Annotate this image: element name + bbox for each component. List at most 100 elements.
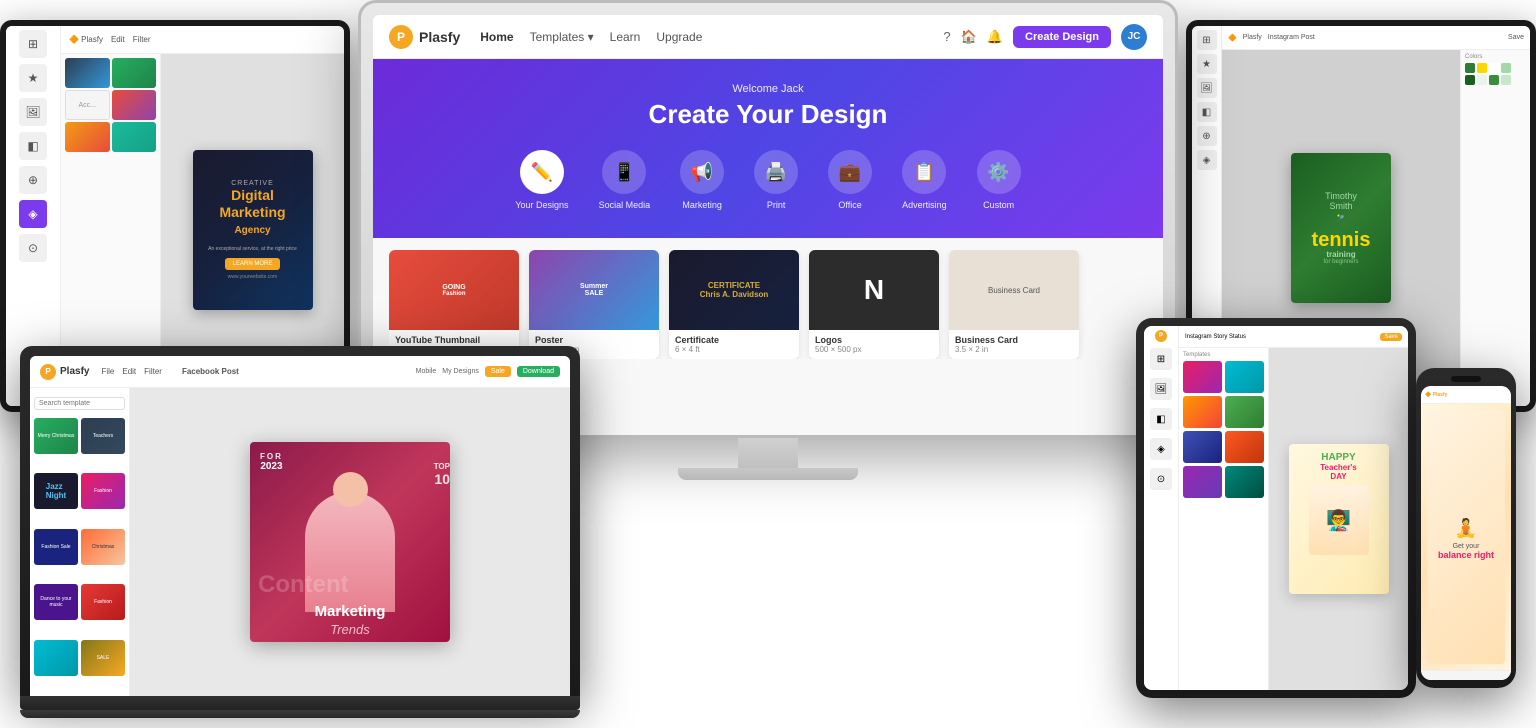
rbs-icon-6[interactable]: ◈: [1197, 150, 1217, 170]
tablet-sidebar-icon-1[interactable]: ⊞: [1150, 348, 1172, 370]
laptop-nav-mydesigns[interactable]: My Designs: [442, 368, 479, 375]
tablet-sidebar-icon-4[interactable]: ◈: [1150, 438, 1172, 460]
nav-home-icon[interactable]: 🏠: [961, 29, 977, 45]
left-tpl-4[interactable]: [112, 90, 157, 120]
canvas-for: FOR: [260, 452, 283, 461]
tablet-design-icon: 👨‍🏫: [1326, 508, 1351, 533]
tpl-logo-preview: N: [809, 250, 939, 330]
nav-home[interactable]: Home: [480, 30, 513, 44]
lbs-icon-overlay[interactable]: ⊕: [19, 166, 47, 194]
rbs-icon-3[interactable]: 🖼: [1197, 78, 1217, 98]
tablet-tpl-6[interactable]: [1225, 431, 1264, 463]
hero-icon-office[interactable]: 💼 Office: [828, 150, 872, 210]
laptop-stpl-1[interactable]: Merry Christmas: [34, 418, 78, 454]
laptop-stpl-2[interactable]: Teachers: [81, 418, 125, 454]
tablet-tpl-5[interactable]: [1183, 431, 1222, 463]
color-dot-3[interactable]: [1489, 63, 1499, 73]
hero-icon-advertising[interactable]: 📋 Advertising: [902, 150, 947, 210]
phone-screen: 🔶 Plasfy 🧘 Get your balance right: [1421, 386, 1511, 680]
tablet-tpl-3[interactable]: [1183, 396, 1222, 428]
laptop-search-input[interactable]: [34, 397, 125, 410]
laptop-stpl-3[interactable]: JazzNight: [34, 473, 78, 509]
laptop-download-btn[interactable]: Download: [517, 366, 560, 377]
tablet-tpl-7[interactable]: [1183, 466, 1222, 498]
color-dot-1[interactable]: [1465, 63, 1475, 73]
tablet-tpl-4[interactable]: [1225, 396, 1264, 428]
tablet-save-btn[interactable]: Save: [1380, 333, 1402, 341]
laptop-stpl-8[interactable]: Fashion: [81, 584, 125, 620]
right-nav-btn[interactable]: Save: [1508, 34, 1524, 41]
laptop-tab-edit[interactable]: Edit: [122, 367, 136, 376]
lbs-icon-cliparts[interactable]: ★: [19, 64, 47, 92]
left-design-btn[interactable]: LEARN MORE: [225, 258, 281, 270]
nav-help-icon[interactable]: ?: [943, 29, 950, 44]
rbs-icon-2[interactable]: ★: [1197, 54, 1217, 74]
tablet-sidebar-icon-5[interactable]: ⊙: [1150, 468, 1172, 490]
lbs-icon-photos[interactable]: 🖼: [19, 98, 47, 126]
create-design-button[interactable]: Create Design: [1013, 26, 1111, 48]
tablet-panel-label: Templates: [1183, 352, 1264, 358]
left-tpl-2[interactable]: [112, 58, 157, 88]
phone: 🔶 Plasfy 🧘 Get your balance right: [1416, 368, 1516, 688]
hero-icon-social-media[interactable]: 📱 Social Media: [599, 150, 651, 210]
template-card-cert[interactable]: CERTIFICATEChris A. Davidson Certificate…: [669, 250, 799, 359]
laptop-tab-filter[interactable]: Filter: [144, 367, 162, 376]
lbs-icon-templates[interactable]: ⊞: [19, 30, 47, 58]
laptop-stpl-10[interactable]: SALE: [81, 640, 125, 676]
tablet-sidebar-icon-2[interactable]: 🖼: [1150, 378, 1172, 400]
tpl-bc-name: Business Card: [955, 335, 1073, 345]
rbs-icon-5[interactable]: ⊕: [1197, 126, 1217, 146]
left-nav-edit[interactable]: Edit: [111, 35, 125, 44]
color-dot-2[interactable]: [1477, 63, 1487, 73]
laptop-stpl-4[interactable]: Fashion: [81, 473, 125, 509]
nav-avatar[interactable]: JC: [1121, 24, 1147, 50]
laptop-sale-btn[interactable]: Sale: [485, 366, 511, 377]
hero-icon-print[interactable]: 🖨️ Print: [754, 150, 798, 210]
tablet-tpl-8[interactable]: [1225, 466, 1264, 498]
left-tpl-6[interactable]: [112, 122, 157, 152]
laptop-screen: P Plasfy File Edit Filter Facebook Post …: [30, 356, 570, 696]
nav-upgrade[interactable]: Upgrade: [656, 30, 702, 44]
color-dot-5[interactable]: [1465, 75, 1475, 85]
tablet-tpl-2[interactable]: [1225, 361, 1264, 393]
tablet-screen: P ⊞ 🖼 ◧ ◈ ⊙ Instagram Story Status Save …: [1144, 326, 1408, 690]
hero-icon-custom[interactable]: ⚙️ Custom: [977, 150, 1021, 210]
left-tpl-5[interactable]: [65, 122, 110, 152]
template-card-bc[interactable]: Business Card Business Card 3.5 × 2 in: [949, 250, 1079, 359]
hero-title: Create Your Design: [403, 99, 1133, 130]
canvas-person-head: [333, 472, 368, 507]
laptop-canvas-card: FOR 2023 TOP 10: [250, 442, 450, 642]
nav-learn[interactable]: Learn: [610, 30, 641, 44]
left-tpl-3[interactable]: Acc...: [65, 90, 110, 120]
tablet-design-subtitle: DAY: [1330, 472, 1346, 481]
template-card-yt[interactable]: GOING Fashion YouTube Thumbnail 1280 × 7…: [389, 250, 519, 359]
left-nav-filter[interactable]: Filter: [133, 35, 151, 44]
tablet-main: Instagram Story Status Save Templates: [1179, 326, 1408, 690]
tablet-canvas-area: HAPPY Teacher's DAY 👨‍🏫: [1269, 348, 1408, 690]
right-design-name: TimothySmith: [1325, 191, 1357, 211]
hero-icon-marketing[interactable]: 📢 Marketing: [680, 150, 724, 210]
rbs-icon-4[interactable]: ◧: [1197, 102, 1217, 122]
color-dot-8[interactable]: [1501, 75, 1511, 85]
color-dot-4[interactable]: [1501, 63, 1511, 73]
laptop-tab-file[interactable]: File: [101, 367, 114, 376]
laptop-stpl-9[interactable]: [34, 640, 78, 676]
lbs-icon-elements[interactable]: ◈: [19, 200, 47, 228]
laptop-stpl-6[interactable]: Christmas: [81, 529, 125, 565]
left-tpl-1[interactable]: [65, 58, 110, 88]
laptop-stpl-5[interactable]: Fashion Sale: [34, 529, 78, 565]
nav-bell-icon[interactable]: 🔔: [987, 29, 1003, 45]
nav-templates[interactable]: Templates ▾: [530, 30, 594, 44]
rbs-icon-1[interactable]: ⊞: [1197, 30, 1217, 50]
tablet-tpl-1[interactable]: [1183, 361, 1222, 393]
tablet-sidebar-icon-3[interactable]: ◧: [1150, 408, 1172, 430]
hero-icon-your-designs[interactable]: ✏️ Your Designs: [515, 150, 568, 210]
lbs-icon-bg[interactable]: ◧: [19, 132, 47, 160]
template-card-poster[interactable]: SummerSALE Poster 42 × 594 cm: [529, 250, 659, 359]
color-dot-6[interactable]: [1477, 75, 1487, 85]
plasfy-logo-icon: P: [389, 25, 413, 49]
laptop-stpl-7[interactable]: Dance to your music: [34, 584, 78, 620]
color-dot-7[interactable]: [1489, 75, 1499, 85]
lbs-icon-layers[interactable]: ⊙: [19, 234, 47, 262]
template-card-logo[interactable]: N Logos 500 × 500 px: [809, 250, 939, 359]
